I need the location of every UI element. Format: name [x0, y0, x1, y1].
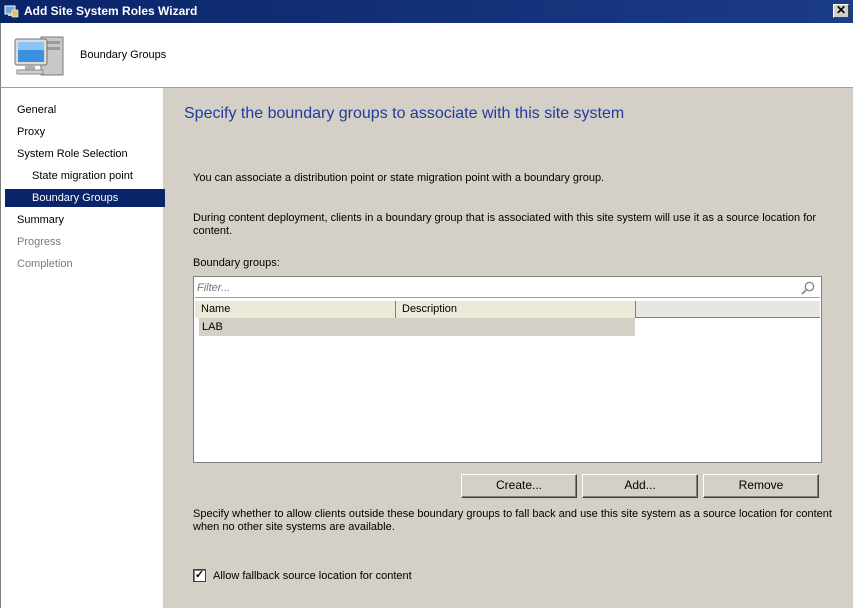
create-button[interactable]: Create... — [461, 474, 577, 498]
close-button[interactable]: ✕ — [833, 4, 849, 18]
wizard-header: Boundary Groups — [0, 23, 853, 88]
boundary-groups-list[interactable]: Name Description LAB — [193, 276, 822, 463]
column-header-description[interactable]: Description — [396, 301, 636, 318]
nav-item-state-migration-point[interactable]: State migration point — [5, 167, 165, 185]
filter-input[interactable] — [197, 280, 797, 296]
fallback-description: Specify whether to allow clients outside… — [193, 508, 832, 533]
column-header-name[interactable]: Name — [195, 301, 396, 318]
nav-item-boundary-groups[interactable]: Boundary Groups — [5, 189, 165, 207]
nav-item-proxy[interactable]: Proxy — [5, 123, 165, 141]
computer-icon — [14, 36, 64, 76]
nav-item-completion: Completion — [17, 258, 73, 270]
intro-text: You can associate a distribution point o… — [193, 172, 605, 184]
main-content: Specify the boundary groups to associate… — [167, 88, 853, 608]
add-button[interactable]: Add... — [582, 474, 698, 498]
remove-button[interactable]: Remove — [703, 474, 819, 498]
title-bar: Add Site System Roles Wizard ✕ — [0, 0, 853, 23]
search-icon[interactable] — [800, 280, 816, 296]
wizard-app-icon — [4, 5, 19, 18]
fallback-checkbox[interactable]: ✓ — [193, 569, 206, 582]
wizard-nav: General Proxy System Role Selection Stat… — [0, 88, 165, 608]
header-title: Boundary Groups — [80, 49, 167, 61]
column-header-row: Name Description — [195, 301, 820, 318]
row-name-cell: LAB — [202, 321, 223, 333]
filter-bar — [195, 278, 820, 298]
fallback-checkbox-label[interactable]: Allow fallback source location for conte… — [213, 570, 412, 582]
table-row[interactable]: LAB — [199, 318, 635, 336]
description-text: During content deployment, clients in a … — [193, 212, 817, 237]
nav-item-general[interactable]: General — [5, 101, 165, 119]
boundary-groups-label: Boundary groups: — [193, 257, 280, 269]
nav-item-progress: Progress — [17, 236, 62, 248]
nav-item-system-role-selection[interactable]: System Role Selection — [5, 145, 165, 163]
page-title: Specify the boundary groups to associate… — [184, 105, 625, 122]
window-title: Add Site System Roles Wizard — [24, 4, 198, 18]
nav-item-summary[interactable]: Summary — [5, 211, 165, 229]
